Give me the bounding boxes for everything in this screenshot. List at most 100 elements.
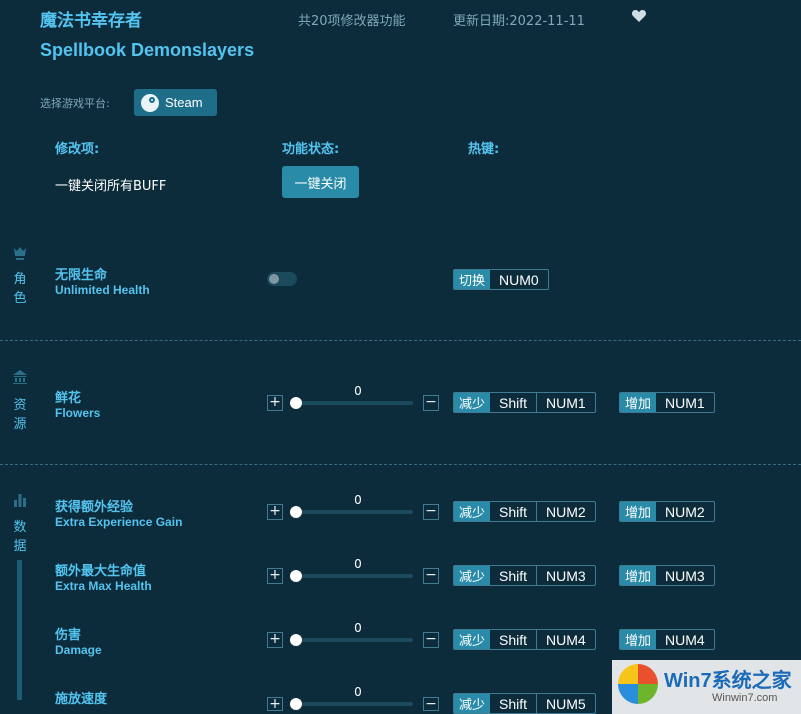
cast-value: 0 xyxy=(350,685,366,699)
maxhp-minus-button[interactable]: − xyxy=(423,568,439,584)
hotkey-tag-toggle: 切换 xyxy=(454,270,490,289)
item-maxhp-en: Extra Max Health xyxy=(55,579,152,593)
damage-slider[interactable] xyxy=(297,638,413,642)
update-date: 更新日期:2022-11-11 xyxy=(453,10,585,29)
exp-slider-thumb[interactable] xyxy=(290,506,302,518)
hotkey-tag-increase: 增加 xyxy=(620,630,656,649)
flowers-decrease-hotkey[interactable]: 减少 Shift NUM1 xyxy=(453,392,596,413)
column-header-item: 修改项: xyxy=(55,138,99,157)
item-flowers-cn: 鲜花 xyxy=(55,387,81,406)
steam-label: Steam xyxy=(165,95,203,110)
item-exp-en: Extra Experience Gain xyxy=(55,515,182,529)
game-title-en: Spellbook Demonslayers xyxy=(40,40,254,61)
windows-logo-icon xyxy=(618,664,658,704)
flowers-minus-button[interactable]: − xyxy=(423,395,439,411)
hotkey-shift: Shift xyxy=(490,502,536,521)
maxhp-plus-button[interactable]: + xyxy=(267,568,283,584)
damage-increase-hotkey[interactable]: 增加 NUM4 xyxy=(619,629,715,650)
flowers-slider-thumb[interactable] xyxy=(290,397,302,409)
hotkey-tag-increase: 增加 xyxy=(620,393,656,412)
flowers-plus-button[interactable]: + xyxy=(267,395,283,411)
item-flowers-en: Flowers xyxy=(55,406,100,420)
feature-count: 共20项修改器功能 xyxy=(298,10,406,29)
hotkey-tag-increase: 增加 xyxy=(620,566,656,585)
section-role-char1: 角 xyxy=(12,270,28,289)
section-role-char2: 色 xyxy=(12,289,28,308)
hotkey-shift: Shift xyxy=(490,694,536,713)
toggle-knob xyxy=(269,274,279,284)
section-divider xyxy=(0,340,801,341)
hotkey-key: NUM4 xyxy=(536,630,595,649)
hotkey-tag-increase: 增加 xyxy=(620,502,656,521)
character-icon xyxy=(12,246,28,262)
maxhp-slider[interactable] xyxy=(297,574,413,578)
hotkey-tag-decrease: 减少 xyxy=(454,566,490,585)
data-chart-icon xyxy=(12,492,28,508)
exp-plus-button[interactable]: + xyxy=(267,504,283,520)
section-scrollbar[interactable] xyxy=(17,560,22,700)
section-resource-char2: 源 xyxy=(12,415,28,434)
cast-slider[interactable] xyxy=(297,702,413,706)
item-exp-cn: 获得额外经验 xyxy=(55,496,133,515)
watermark: Win7系统之家 Winwin7.com xyxy=(612,660,801,714)
maxhp-decrease-hotkey[interactable]: 减少 Shift NUM3 xyxy=(453,565,596,586)
maxhp-value: 0 xyxy=(350,557,366,571)
hotkey-tag-decrease: 减少 xyxy=(454,502,490,521)
column-header-hotkey: 热键: xyxy=(468,138,499,157)
damage-slider-thumb[interactable] xyxy=(290,634,302,646)
hotkey-tag-decrease: 减少 xyxy=(454,393,490,412)
hotkey-key: NUM3 xyxy=(656,566,714,585)
health-hotkey[interactable]: 切换 NUM0 xyxy=(453,269,549,290)
favorite-heart-icon[interactable] xyxy=(631,8,647,24)
flowers-slider[interactable] xyxy=(297,401,413,405)
section-data-char1: 数 xyxy=(12,518,28,537)
hotkey-key: NUM4 xyxy=(656,630,714,649)
damage-minus-button[interactable]: − xyxy=(423,632,439,648)
close-all-buff-label: 一键关闭所有BUFF xyxy=(55,175,166,194)
watermark-text: Win7系统之家 xyxy=(664,664,792,693)
platform-label: 选择游戏平台: xyxy=(40,95,110,111)
exp-slider[interactable] xyxy=(297,510,413,514)
hotkey-key: NUM5 xyxy=(536,694,595,713)
hotkey-key: NUM2 xyxy=(656,502,714,521)
steam-icon xyxy=(141,94,159,112)
exp-decrease-hotkey[interactable]: 减少 Shift NUM2 xyxy=(453,501,596,522)
maxhp-slider-thumb[interactable] xyxy=(290,570,302,582)
section-divider xyxy=(0,464,801,465)
hotkey-key: NUM0 xyxy=(490,270,548,289)
watermark-url: Winwin7.com xyxy=(712,692,777,704)
item-damage-en: Damage xyxy=(55,643,102,657)
cast-decrease-hotkey[interactable]: 减少 Shift NUM5 xyxy=(453,693,596,714)
game-title-cn: 魔法书幸存者 xyxy=(40,6,142,31)
cast-plus-button[interactable]: + xyxy=(267,697,283,711)
hotkey-key: NUM1 xyxy=(536,393,595,412)
close-all-button[interactable]: 一键关闭 xyxy=(282,166,359,198)
exp-increase-hotkey[interactable]: 增加 NUM2 xyxy=(619,501,715,522)
section-resource-char1: 资 xyxy=(12,396,28,415)
hotkey-key: NUM1 xyxy=(656,393,714,412)
hotkey-tag-decrease: 减少 xyxy=(454,630,490,649)
flowers-value: 0 xyxy=(350,384,366,398)
flowers-increase-hotkey[interactable]: 增加 NUM1 xyxy=(619,392,715,413)
hotkey-key: NUM3 xyxy=(536,566,595,585)
cast-minus-button[interactable]: − xyxy=(423,697,439,711)
hotkey-key: NUM2 xyxy=(536,502,595,521)
section-data-char2: 据 xyxy=(12,537,28,556)
health-toggle[interactable] xyxy=(267,272,297,286)
exp-value: 0 xyxy=(350,493,366,507)
cast-slider-thumb[interactable] xyxy=(290,698,302,710)
hotkey-shift: Shift xyxy=(490,566,536,585)
exp-minus-button[interactable]: − xyxy=(423,504,439,520)
item-damage-cn: 伤害 xyxy=(55,624,81,643)
item-health-cn: 无限生命 xyxy=(55,264,107,283)
hotkey-tag-decrease: 减少 xyxy=(454,694,490,713)
hotkey-shift: Shift xyxy=(490,393,536,412)
maxhp-increase-hotkey[interactable]: 增加 NUM3 xyxy=(619,565,715,586)
item-cast-cn: 施放速度 xyxy=(55,688,107,707)
steam-platform-button[interactable]: Steam xyxy=(134,89,217,116)
damage-plus-button[interactable]: + xyxy=(267,632,283,648)
column-header-status: 功能状态: xyxy=(282,138,339,157)
damage-value: 0 xyxy=(350,621,366,635)
hotkey-shift: Shift xyxy=(490,630,536,649)
damage-decrease-hotkey[interactable]: 减少 Shift NUM4 xyxy=(453,629,596,650)
